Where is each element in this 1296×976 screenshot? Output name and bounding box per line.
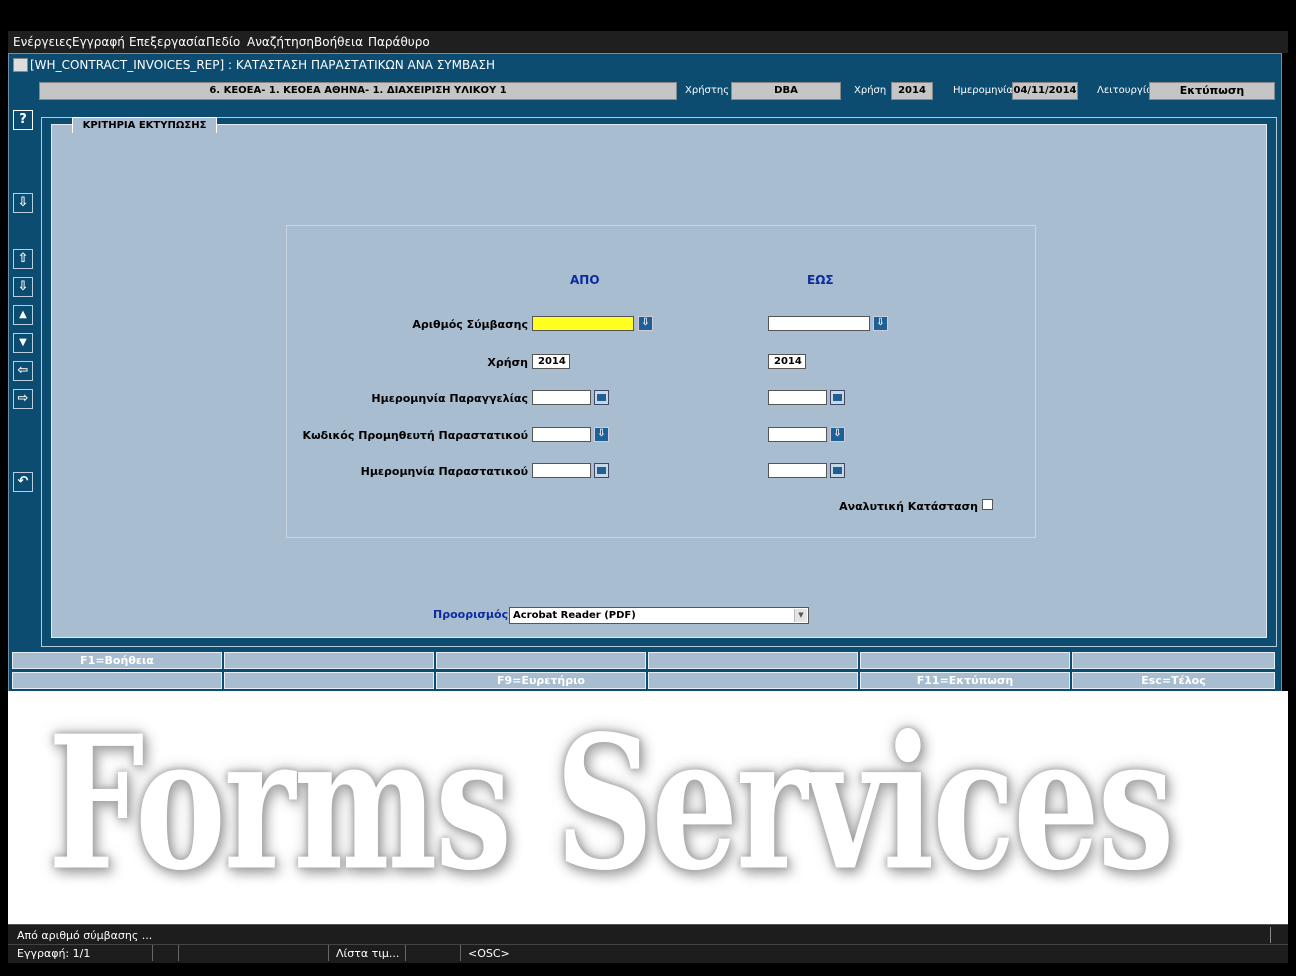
- menu-record[interactable]: Εγγραφή: [72, 35, 125, 49]
- menu-actions[interactable]: Ενέργειες: [13, 35, 73, 49]
- invoice-date-to-calendar-icon[interactable]: [830, 463, 845, 478]
- year-label: Χρήση: [854, 85, 887, 96]
- from-header: ΑΠΟ: [570, 273, 600, 287]
- form-icon: [13, 58, 28, 72]
- menu-search[interactable]: Αναζήτηση: [247, 35, 314, 49]
- order-date-from-field[interactable]: [532, 390, 591, 405]
- fkey-f9-index[interactable]: F9=Ευρετήριο: [436, 672, 646, 689]
- fkey-empty: [12, 672, 222, 689]
- destination-value: Acrobat Reader (PDF): [513, 610, 636, 621]
- criteria-group: [286, 225, 1036, 538]
- year-field-label: Χρήση: [487, 356, 528, 369]
- org-context: 6. ΚΕΟΕΑ- 1. ΚΕΟΕΑ ΑΘΗΝΑ- 1. ΔΙΑΧΕΙΡΙΣΗ …: [39, 82, 677, 100]
- destination-label: Προορισμός: [433, 608, 509, 621]
- menu-edit[interactable]: Επεξεργασία: [129, 35, 206, 49]
- fkey-empty: [648, 652, 858, 669]
- mode-label: Λειτουργία: [1097, 85, 1153, 96]
- prev-record-icon[interactable]: ▲: [13, 305, 33, 325]
- detailed-report-label: Αναλυτική Κατάσταση: [839, 500, 978, 513]
- record-count: Εγγραφή: 1/1: [17, 947, 91, 960]
- next-block-icon[interactable]: ⇨: [13, 389, 33, 409]
- screen: { "menu": ["Ενέργειες", "Εγγραφή", "Επεξ…: [0, 0, 1296, 976]
- date-label: Ημερομηνία: [953, 85, 1014, 96]
- lov-indicator: Λίστα τιμ...: [336, 947, 400, 960]
- tab-print-criteria[interactable]: ΚΡΙΤΗΡΙΑ ΕΚΤΥΠΩΣΗΣ: [72, 117, 217, 133]
- fkey-empty: [436, 652, 646, 669]
- order-date-to-calendar-icon[interactable]: [830, 390, 845, 405]
- status-message: Από αριθμό σύμβασης ...: [17, 929, 153, 942]
- divider: [1270, 927, 1271, 943]
- help-button[interactable]: ?: [13, 110, 33, 130]
- contract-number-label: Αριθμός Σύμβασης: [412, 318, 528, 331]
- fkey-empty: [224, 672, 434, 689]
- supplier-code-label: Κωδικός Προμηθευτή Παραστατικού: [302, 429, 528, 442]
- fkey-esc-exit[interactable]: Esc=Τέλος: [1072, 672, 1275, 689]
- year-from-field[interactable]: 2014: [532, 354, 570, 369]
- divider: [405, 945, 406, 961]
- prev-block-icon[interactable]: ⇦: [13, 361, 33, 381]
- divider: [460, 945, 461, 961]
- supplier-from-lov-icon[interactable]: ⇩: [594, 427, 609, 442]
- chevron-down-icon[interactable]: ▼: [794, 609, 807, 622]
- first-record-icon[interactable]: ⇧: [13, 249, 33, 269]
- invoice-date-to-field[interactable]: [768, 463, 827, 478]
- last-record-icon[interactable]: ⇩: [13, 277, 33, 297]
- mode-value: Εκτύπωση: [1149, 82, 1275, 100]
- divider: [152, 945, 153, 961]
- invoice-date-label: Ημερομηνία Παραστατικού: [360, 465, 528, 478]
- undo-icon[interactable]: ↶: [13, 472, 33, 492]
- fkey-empty: [648, 672, 858, 689]
- menu-window[interactable]: Παράθυρο: [368, 35, 430, 49]
- order-date-to-field[interactable]: [768, 390, 827, 405]
- destination-select[interactable]: Acrobat Reader (PDF) ▼: [509, 607, 809, 624]
- status-line: Εγγραφή: 1/1 Λίστα τιμ... <OSC>: [8, 944, 1288, 963]
- forms-services-watermark: Forms Services: [48, 696, 1174, 912]
- order-date-from-calendar-icon[interactable]: [594, 390, 609, 405]
- detailed-report-checkbox[interactable]: [982, 499, 993, 510]
- supplier-from-field[interactable]: [532, 427, 591, 442]
- window-title: [WH_CONTRACT_INVOICES_REP] : ΚΑΤΑΣΤΑΣΗ Π…: [30, 58, 496, 72]
- form-window: [WH_CONTRACT_INVOICES_REP] : ΚΑΤΑΣΤΑΣΗ Π…: [8, 53, 1282, 693]
- fkey-f11-print[interactable]: F11=Εκτύπωση: [860, 672, 1070, 689]
- invoice-date-from-field[interactable]: [532, 463, 591, 478]
- fkey-empty: [860, 652, 1070, 669]
- window-title-bar: [WH_CONTRACT_INVOICES_REP] : ΚΑΤΑΣΤΑΣΗ Π…: [9, 54, 1281, 76]
- invoice-date-from-calendar-icon[interactable]: [594, 463, 609, 478]
- osc-indicator: <OSC>: [468, 947, 510, 960]
- menu-field[interactable]: Πεδίο: [206, 35, 240, 49]
- status-message-bar: Από αριθμό σύμβασης ...: [8, 924, 1288, 945]
- contract-from-field[interactable]: [532, 316, 634, 331]
- fkey-f1-help[interactable]: F1=Βοήθεια: [12, 652, 222, 669]
- menu-bar: Ενέργειες Εγγραφή Επεξεργασία Πεδίο Αναζ…: [8, 31, 1288, 53]
- date-value: 04/11/2014: [1012, 82, 1078, 100]
- next-record-icon[interactable]: ▼: [13, 333, 33, 353]
- user-label: Χρήστης: [685, 85, 730, 96]
- supplier-to-lov-icon[interactable]: ⇩: [830, 427, 845, 442]
- download-icon[interactable]: ⇩: [13, 193, 33, 213]
- contract-to-lov-icon[interactable]: ⇩: [873, 316, 888, 331]
- contract-to-field[interactable]: [768, 316, 870, 331]
- user-value: DBA: [731, 82, 841, 100]
- to-header: ΕΩΣ: [807, 273, 834, 287]
- contract-from-lov-icon[interactable]: ⇩: [638, 316, 653, 331]
- menu-help[interactable]: Βοήθεια: [314, 35, 363, 49]
- order-date-label: Ημερομηνία Παραγγελίας: [371, 392, 528, 405]
- year-to-field[interactable]: 2014: [768, 354, 806, 369]
- fkey-empty: [224, 652, 434, 669]
- year-value: 2014: [891, 82, 933, 100]
- supplier-to-field[interactable]: [768, 427, 827, 442]
- fkey-empty: [1072, 652, 1275, 669]
- divider: [328, 945, 329, 961]
- divider: [178, 945, 179, 961]
